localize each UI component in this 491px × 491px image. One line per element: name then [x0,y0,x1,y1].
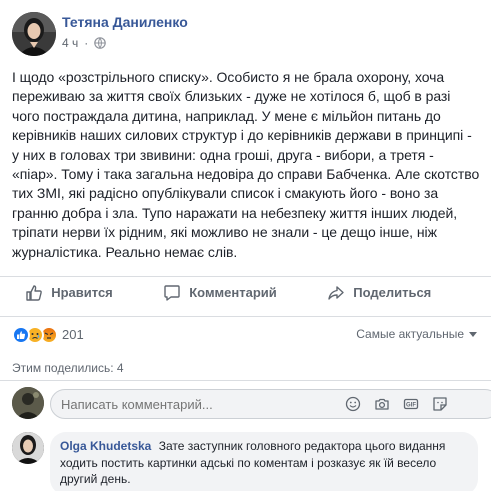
reaction-icons[interactable] [12,326,58,344]
svg-text:GIF: GIF [406,403,416,409]
reaction-count[interactable]: 201 [62,327,84,342]
post-header: Тетяна Даниленко 4 ч · [12,12,482,56]
post-meta: 4 ч · [62,36,107,50]
comment-icon [164,284,180,301]
sort-label: Самые актуальные [356,327,464,341]
current-user-avatar [12,387,44,419]
author-name[interactable]: Тетяна Даниленко [62,14,188,30]
post-time[interactable]: 4 ч [62,36,78,50]
comment-bubble: Olga Khudetska Зате заступник головного … [50,432,478,491]
commenter-avatar[interactable] [12,432,44,464]
share-label: Поделиться [353,285,432,300]
author-avatar[interactable] [12,12,56,56]
shares-count[interactable]: Этим поделились: 4 [12,361,124,375]
post-text: І щодо «розстрільного списку». Особисто … [12,69,480,260]
comment-sort-dropdown[interactable]: Самые актуальные [356,327,477,341]
comment-button[interactable]: Комментарий [155,284,285,302]
share-icon [328,285,344,300]
like-label: Нравится [51,285,113,300]
like-reaction-icon [12,326,30,344]
sticker-icon[interactable] [432,396,448,412]
chevron-down-icon [469,331,477,337]
thumbs-up-icon [26,284,43,301]
comment-composer: GIF [0,380,491,426]
composer-tools: GIF [345,396,448,412]
commenter-name[interactable]: Olga Khudetska [60,439,151,453]
emoji-icon[interactable] [345,396,361,412]
like-button[interactable]: Нравится [17,284,121,302]
camera-icon[interactable] [374,396,390,412]
gif-icon[interactable]: GIF [403,396,419,412]
reactions-bar: 201 Самые актуальные [0,316,491,350]
share-button[interactable]: Поделиться [319,284,439,302]
globe-icon[interactable] [94,37,107,49]
action-bar: Нравится Комментарий Поделиться [0,276,491,308]
comment-label: Комментарий [189,285,277,300]
